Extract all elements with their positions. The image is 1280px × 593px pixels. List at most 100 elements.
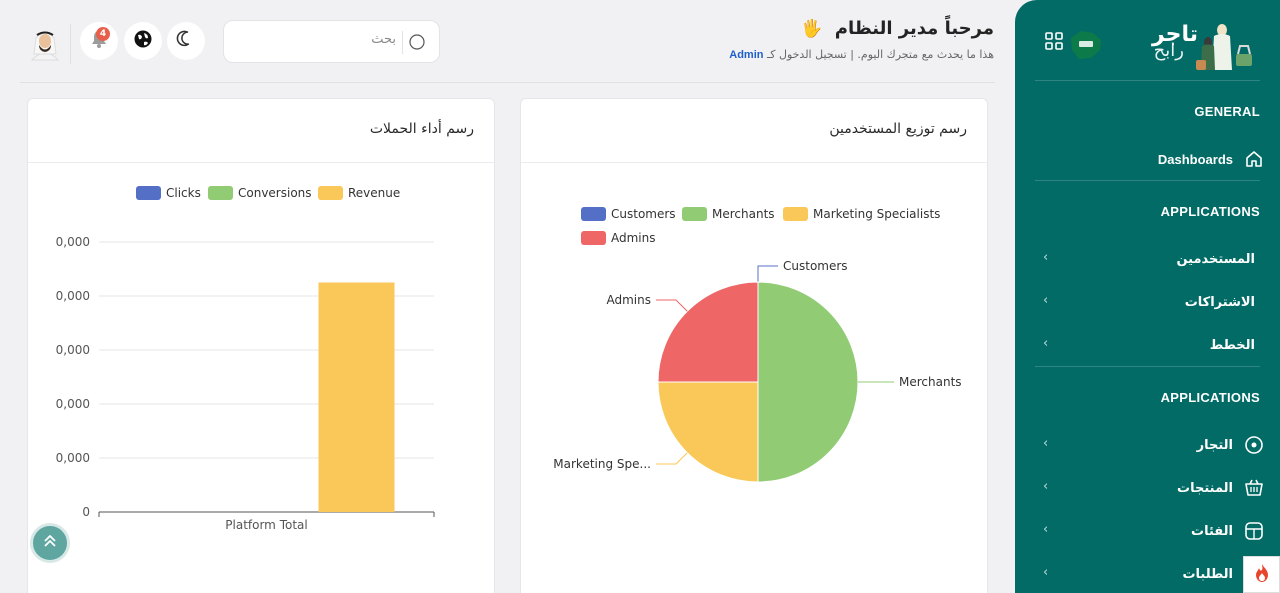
apps-grid-icon[interactable] [1045,32,1063,54]
welcome-title: مرحباً مدير النظام 🖐 [801,18,994,39]
circle-dot-icon [1243,434,1265,456]
sidebar-item-products[interactable]: ‹ المنتجات [1043,476,1265,500]
search-separator [402,31,403,54]
sidebar-item-users[interactable]: ‹ المستخدمين [1043,247,1265,271]
pie-slice-label: Merchants [899,375,962,389]
pie-leader-line [655,299,688,312]
y-tick-label: 0,000 [56,451,90,465]
legend-label: Merchants [712,207,775,221]
brand-subtitle: رابح [1153,40,1184,61]
sidebar-item-label: الخطط [1209,337,1255,353]
sidebar-item-label: التجار [1196,437,1233,453]
user-avatar[interactable] [26,24,64,62]
sidebar-item-label: المستخدمين [1176,251,1255,267]
box-icon [1243,520,1265,542]
legend-label: Admins [611,231,656,245]
chevron-left-icon: ‹ [1043,436,1049,451]
y-tick-label: 0,000 [56,343,90,357]
brand-logo[interactable]: تاجر رابح [1015,0,1280,80]
home-icon [1243,148,1265,170]
sidebar-item-label: الطلبات [1182,566,1233,582]
logged-in-user[interactable]: Admin [729,49,763,61]
language-button[interactable] [124,22,162,60]
moon-icon [176,29,196,53]
legend-swatch [581,207,606,221]
legend-swatch [208,186,233,200]
sidebar-divider [1035,180,1260,181]
chevron-left-icon: ‹ [1043,336,1049,351]
sidebar-item-dashboards[interactable]: Dashboards [1043,147,1265,171]
saudi-map-icon [1067,28,1105,66]
basket-icon [1243,477,1265,499]
legend-label: Revenue [348,186,400,200]
dark-mode-toggle[interactable] [167,22,205,60]
corner-widget[interactable] [1243,556,1280,593]
sidebar-item-subscriptions[interactable]: ‹ الاشتراكات [1043,290,1265,314]
scroll-to-top-button[interactable] [30,523,70,563]
chevron-left-icon: ‹ [1043,293,1049,308]
pie-slice [657,381,759,483]
pie-leader-line [655,452,688,465]
legend-swatch [581,231,606,245]
search-input[interactable] [236,32,396,47]
pie-slice [757,281,859,483]
chevron-left-icon: ‹ [1043,250,1049,265]
sidebar-divider [1035,366,1260,367]
search-icon[interactable] [408,33,426,55]
search-box[interactable] [223,20,440,63]
sidebar-section-applications: APPLICATIONS [1160,204,1260,219]
chevron-left-icon: ‹ [1043,479,1049,494]
x-tick-label: Platform Total [225,518,307,532]
sidebar-item-label: Dashboards [1157,151,1233,167]
sidebar-divider [1035,80,1260,81]
legend-swatch [682,207,707,221]
brand-people-icon [1194,20,1254,78]
pie-slice-label: Marketing Spe... [553,457,651,471]
subtitle-text: هذا ما يحدث مع متجرك اليوم. | تسجيل الدخ… [767,48,994,61]
flame-icon [1252,562,1272,588]
legend-swatch [783,207,808,221]
chevron-left-icon: ‹ [1043,565,1049,580]
y-tick-label: 0 [82,505,90,519]
campaign-performance-card: رسم أداء الحملات Clicks Conversions Revenu… [27,98,495,593]
header-separator [70,24,71,64]
card-divider [521,162,987,163]
sidebar-item-plans[interactable]: ‹ الخطط [1043,333,1265,357]
campaign-bar-chart: Clicks Conversions Revenue 0,000 0,000 0,000 0… [56,186,435,532]
users-distribution-card: رسم توزيع المستخدمين Customers Merchants M… [520,98,988,593]
pie-slice-label: Admins [606,293,651,307]
wave-hand-icon: 🖐 [801,19,823,39]
card-title: رسم توزيع المستخدمين [829,121,967,137]
sidebar-item-label: الفئات [1191,523,1233,539]
y-tick-label: 0,000 [56,235,90,249]
welcome-text: مرحباً مدير النظام [834,18,994,39]
bar-revenue [318,282,395,512]
card-divider [28,162,494,163]
globe-icon [133,29,153,53]
sidebar-section-applications-2: APPLICATIONS [1160,390,1260,405]
sidebar: تاجر رابح GENERAL Dashboards APPLICATION… [1015,0,1280,593]
legend-swatch [136,186,161,200]
sidebar-item-categories[interactable]: ‹ الفئات [1043,519,1265,543]
notification-count-badge: 4 [96,27,110,41]
chevron-left-icon: ‹ [1043,522,1049,537]
welcome-subtitle: هذا ما يحدث مع متجرك اليوم. | تسجيل الدخ… [729,48,994,61]
card-title: رسم أداء الحملات [369,121,474,137]
sidebar-item-orders[interactable]: ‹ الطلبات [1043,562,1265,586]
legend-label: Clicks [166,186,201,200]
y-tick-label: 0,000 [56,397,90,411]
pie-slice-label: Customers [783,259,848,273]
pie-slice [657,281,759,383]
legend-label: Marketing Specialists [813,207,940,221]
pie-leader-line [757,265,778,282]
header-divider [20,82,995,83]
legend-label: Conversions [238,186,312,200]
sidebar-section-general: GENERAL [1194,104,1260,119]
sidebar-item-merchants[interactable]: ‹ التجار [1043,433,1265,457]
users-pie-chart: Customers Merchants Marketing Specialists A… [553,207,962,483]
legend-swatch [318,186,343,200]
y-tick-label: 0,000 [56,289,90,303]
double-chevron-up-icon [42,533,58,553]
sidebar-item-label: الاشتراكات [1184,294,1255,310]
legend-label: Customers [611,207,676,221]
